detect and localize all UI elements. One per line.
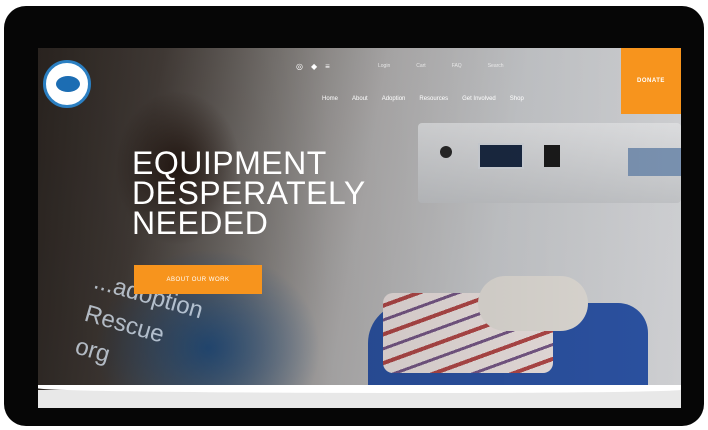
utility-link-cart[interactable]: Cart [416, 63, 425, 69]
nav-item-get-involved[interactable]: Get Involved [462, 96, 496, 102]
hero-headline: EQUIPMENT DESPERATELY NEEDED [132, 145, 366, 241]
social-links: ◎ ◆ ≡ [296, 62, 330, 71]
nav-item-about[interactable]: About [352, 96, 368, 102]
nav-item-resources[interactable]: Resources [419, 96, 448, 102]
utility-link-login[interactable]: Login [378, 63, 390, 69]
utility-links: Login Cart FAQ Search [378, 63, 504, 69]
nav-item-adoption[interactable]: Adoption [382, 96, 406, 102]
nav-item-home[interactable]: Home [322, 96, 338, 102]
nav-item-shop[interactable]: Shop [510, 96, 524, 102]
utility-link-faq[interactable]: FAQ [452, 63, 462, 69]
utility-link-search[interactable]: Search [488, 63, 504, 69]
website-screen: ...adoption Rescue org ◎ ◆ ≡ Login Cart … [38, 48, 681, 408]
hero-cta-button[interactable]: ABOUT OUR WORK [134, 265, 262, 294]
instagram-icon[interactable]: ◎ [296, 62, 303, 71]
facebook-icon[interactable]: ≡ [325, 62, 330, 71]
main-nav: Home About Adoption Resources Get Involv… [322, 96, 524, 102]
twitter-icon[interactable]: ◆ [311, 62, 317, 71]
headline-line-1: EQUIPMENT [132, 145, 327, 181]
headline-line-3: NEEDED [132, 205, 269, 241]
hero-banner: ...adoption Rescue org ◎ ◆ ≡ Login Cart … [38, 48, 681, 393]
device-frame: ...adoption Rescue org ◎ ◆ ≡ Login Cart … [4, 6, 704, 426]
next-section [38, 385, 681, 408]
donate-button[interactable]: DONATE [621, 48, 681, 114]
site-logo[interactable] [43, 60, 91, 108]
headline-line-2: DESPERATELY [132, 175, 366, 211]
